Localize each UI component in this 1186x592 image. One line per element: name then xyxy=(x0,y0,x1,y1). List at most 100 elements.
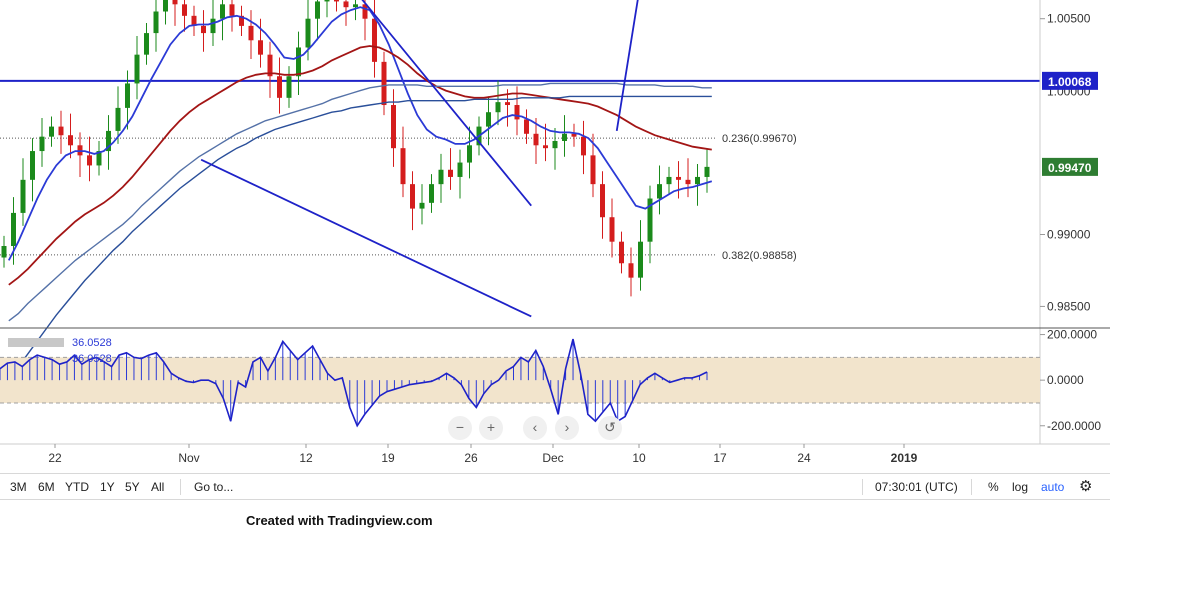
toolbar-separator xyxy=(971,479,972,495)
trendline xyxy=(615,0,639,132)
candle-body xyxy=(676,176,681,180)
percent-scale-toggle[interactable]: % xyxy=(988,480,999,494)
candle-body xyxy=(533,133,539,146)
time-tick-label: 10 xyxy=(632,451,646,465)
auto-scale-toggle[interactable]: auto xyxy=(1041,480,1064,494)
price-badge-label: 1.00068 xyxy=(1048,75,1092,89)
gear-icon[interactable]: ⚙ xyxy=(1079,477,1092,495)
candle-body xyxy=(609,217,615,242)
candle-body xyxy=(590,155,596,185)
log-scale-toggle[interactable]: log xyxy=(1012,480,1028,494)
reset-chart-button[interactable]: ↺ xyxy=(598,416,622,440)
utc-clock[interactable]: 07:30:01 (UTC) xyxy=(875,480,958,494)
range-5y-button[interactable]: 5Y xyxy=(125,480,140,494)
moving-average-slow xyxy=(8,82,712,322)
candle-body xyxy=(220,4,225,19)
candle-body xyxy=(296,47,301,77)
indicator-tick-label: 0.0000 xyxy=(1047,373,1084,387)
candle-body xyxy=(334,0,339,2)
candle-body xyxy=(695,176,700,185)
zoom-out-icon: − xyxy=(455,419,465,435)
indicator-value-1: 36.0528 xyxy=(72,337,112,349)
time-tick-label: Dec xyxy=(542,451,563,465)
price-axis[interactable]: 1.005000.990000.985001.000001.000680.994… xyxy=(1040,12,1098,314)
candle-body xyxy=(153,11,159,34)
candle-body xyxy=(277,76,282,98)
candle-body xyxy=(657,184,662,199)
credit-text: Created with Tradingview.com xyxy=(246,513,433,528)
chart-canvas[interactable]: 0.236(0.99670) 0.382(0.98858) 1.00500 0.99… xyxy=(0,0,1186,470)
toolbar-separator xyxy=(180,479,181,495)
time-tick-label: 26 xyxy=(464,451,478,465)
candle-body xyxy=(524,119,529,134)
candle-body xyxy=(467,145,472,163)
chevron-left-icon: ‹ xyxy=(532,419,538,435)
price-tick-label: 1.00500 xyxy=(1047,12,1091,26)
candle-body xyxy=(182,4,187,16)
range-ytd-button[interactable]: YTD xyxy=(65,480,89,494)
range-1y-button[interactable]: 1Y xyxy=(100,480,115,494)
candle-body xyxy=(134,54,140,84)
range-6m-button[interactable]: 6M xyxy=(38,480,55,494)
zoom-out-button[interactable]: − xyxy=(448,416,472,440)
candle-body xyxy=(115,107,121,131)
candle-body xyxy=(315,1,320,19)
candle-body xyxy=(628,263,634,278)
indicator-settings-icon[interactable] xyxy=(8,338,64,347)
goto-date-button[interactable]: Go to... xyxy=(194,480,233,494)
candle-body xyxy=(305,18,311,48)
candle-body xyxy=(457,162,463,177)
price-pane[interactable]: 0.236(0.99670) 0.382(0.98858) xyxy=(0,0,1040,379)
range-3m-button[interactable]: 3M xyxy=(10,480,27,494)
indicator-value-2: 36.0528 xyxy=(72,353,112,365)
candle-body xyxy=(286,76,292,98)
candle-body xyxy=(210,18,216,34)
candle-body xyxy=(391,105,396,149)
candle-body xyxy=(552,140,558,149)
candle-body xyxy=(87,155,92,166)
time-tick-label: 2019 xyxy=(891,451,918,465)
scroll-forward-button[interactable]: › xyxy=(555,416,579,440)
candle-body xyxy=(258,40,263,55)
candle-body xyxy=(201,25,206,34)
time-tick-label: 22 xyxy=(48,451,62,465)
price-tick-label: 0.99000 xyxy=(1047,227,1091,241)
candle-body xyxy=(448,169,453,177)
chevron-right-icon: › xyxy=(564,419,570,435)
moving-average-long xyxy=(8,95,712,379)
moving-average-fast xyxy=(7,6,713,261)
candle-body xyxy=(495,102,501,113)
candle-body xyxy=(400,148,406,185)
time-tick-label: 12 xyxy=(299,451,313,465)
range-all-button[interactable]: All xyxy=(151,480,164,494)
candle-body xyxy=(58,126,64,136)
candle-body xyxy=(353,4,358,8)
candle-body xyxy=(429,184,434,203)
candle-body xyxy=(419,202,425,209)
scroll-back-button[interactable]: ‹ xyxy=(523,416,547,440)
candle-body xyxy=(11,212,16,246)
time-tick-label: 24 xyxy=(797,451,811,465)
candle-body xyxy=(343,1,349,8)
candle-body xyxy=(20,179,26,213)
toolbar-separator xyxy=(862,479,863,495)
price-badge-label: 0.99470 xyxy=(1048,161,1092,175)
bottom-toolbar: 3M 6M YTD 1Y 5Y All Go to... 07:30:01 (U… xyxy=(0,473,1110,500)
candle-body xyxy=(30,151,35,180)
candle-body xyxy=(704,166,710,177)
candle-body xyxy=(410,184,415,209)
indicator-pane[interactable]: 200.0000 0.0000 -200.0000 xyxy=(0,328,1101,433)
candle-body xyxy=(381,61,387,106)
candle-body xyxy=(638,241,643,278)
candle-body xyxy=(581,136,586,156)
time-axis[interactable]: 22 Nov 12 19 26 Dec 10 17 24 2019 xyxy=(48,444,918,465)
zoom-in-icon: + xyxy=(486,419,496,435)
candle-body xyxy=(438,169,444,185)
indicator-tick-label: 200.0000 xyxy=(1047,328,1097,342)
candle-body xyxy=(229,4,235,16)
zoom-in-button[interactable]: + xyxy=(479,416,503,440)
candle-body xyxy=(172,0,178,5)
candle-body xyxy=(600,184,605,218)
candle-body xyxy=(685,179,691,185)
candle-body xyxy=(486,112,491,127)
